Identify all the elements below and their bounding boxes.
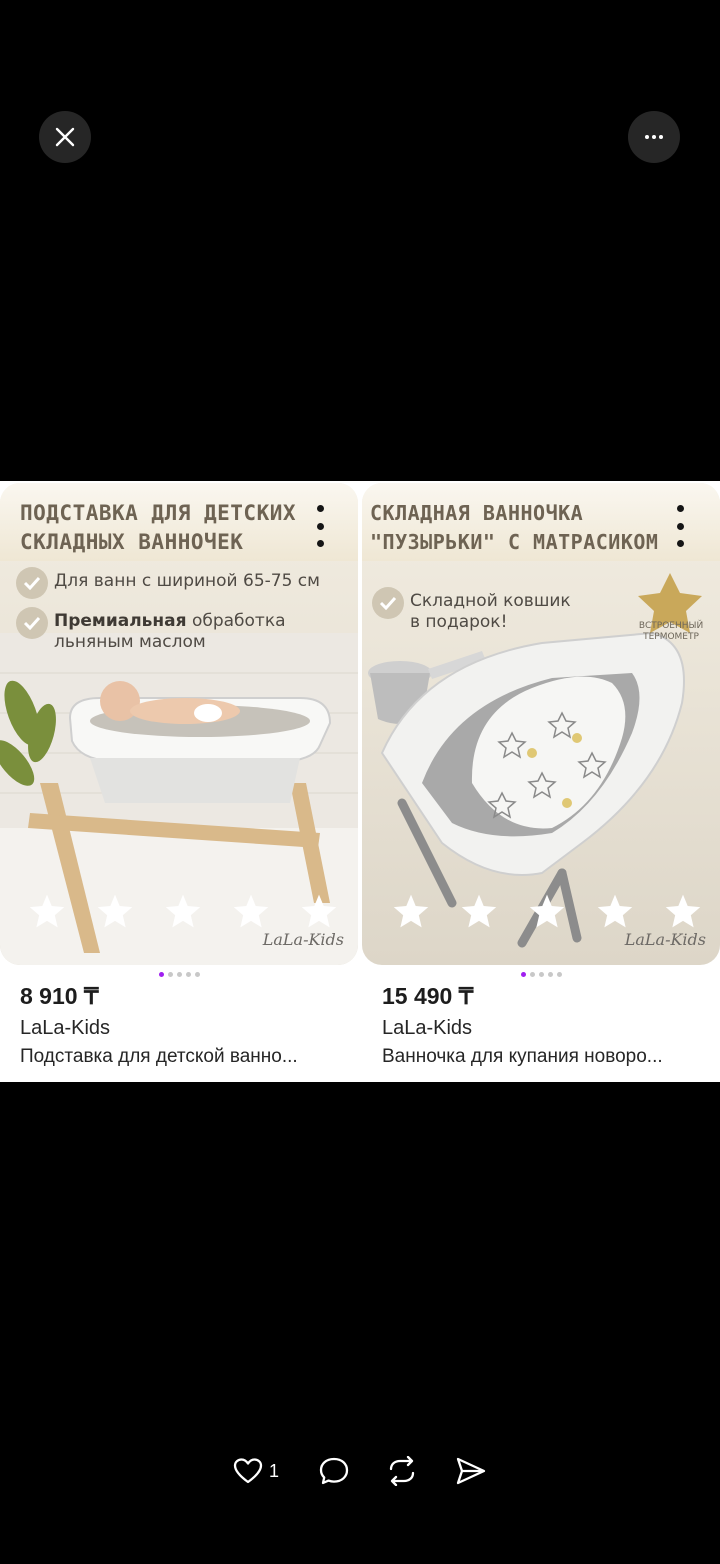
more-options-button[interactable] — [628, 111, 680, 163]
check-icon — [16, 567, 48, 599]
star-icon — [233, 894, 269, 928]
more-vertical-icon[interactable] — [670, 505, 690, 547]
star-icon — [97, 894, 133, 928]
check-icon — [372, 587, 404, 619]
product-brand: LaLa-Kids — [20, 1017, 111, 1039]
star-icon — [393, 894, 429, 928]
product-brand: LaLa-Kids — [382, 1017, 473, 1039]
share-button[interactable] — [455, 1450, 487, 1492]
carousel-dot — [529, 972, 535, 977]
carousel-indicator — [0, 972, 358, 977]
star-icon — [597, 894, 633, 928]
feature-bullet: Премиальная обработка льняным маслом — [16, 607, 286, 653]
star-icon — [165, 894, 201, 928]
carousel-dot — [158, 972, 164, 977]
product-card[interactable]: ПОДСТАВКА ДЛЯ ДЕТСКИХ СКЛАДНЫХ ВАННОЧЕК … — [0, 483, 358, 1082]
like-button[interactable]: 1 — [233, 1450, 279, 1492]
product-title[interactable]: Подставка для детской ванно... — [20, 1046, 340, 1068]
star-icon — [461, 894, 497, 928]
check-icon — [16, 607, 48, 639]
carousel-dot — [538, 972, 544, 977]
carousel-dot — [194, 972, 200, 977]
star-icon — [29, 894, 65, 928]
heart-icon — [233, 1458, 263, 1484]
post-actions: 1 — [0, 1450, 720, 1492]
image-headline: ПОДСТАВКА ДЛЯ ДЕТСКИХ СКЛАДНЫХ ВАННОЧЕК — [20, 501, 297, 554]
feature-bullet: Для ванн с шириной 65-75 см — [16, 567, 320, 599]
brand-logo: LaLa-Kids — [624, 930, 706, 949]
comment-icon — [319, 1457, 349, 1485]
carousel-dot — [185, 972, 191, 977]
more-vertical-icon[interactable] — [310, 505, 330, 547]
thermometer-label: ВСТРОЕННЫЙ ТЕРМОМЕТР — [638, 621, 704, 642]
image-headline: СКЛАДНАЯ ВАННОЧКА "ПУЗЫРЬКИ" С МАТРАСИКО… — [370, 501, 659, 554]
feature-bullet: Складной ковшик в подарок! — [372, 587, 571, 633]
close-icon — [55, 127, 75, 147]
carousel-dot — [176, 972, 182, 977]
product-photo[interactable]: ПОДСТАВКА ДЛЯ ДЕТСКИХ СКЛАДНЫХ ВАННОЧЕК … — [0, 483, 358, 965]
repost-button[interactable] — [386, 1450, 418, 1492]
product-card[interactable]: СКЛАДНАЯ ВАННОЧКА "ПУЗЫРЬКИ" С МАТРАСИКО… — [362, 483, 720, 1082]
carousel-dot — [547, 972, 553, 977]
star-icon — [665, 894, 701, 928]
more-horizontal-icon — [645, 135, 663, 139]
post-image[interactable]: ПОДСТАВКА ДЛЯ ДЕТСКИХ СКЛАДНЫХ ВАННОЧЕК … — [0, 481, 720, 1082]
comment-button[interactable] — [318, 1450, 350, 1492]
rating-stars — [392, 893, 702, 929]
send-icon — [456, 1457, 486, 1485]
carousel-dot — [520, 972, 526, 977]
product-price: 8 910 ₸ — [20, 983, 99, 1009]
repost-icon — [389, 1456, 415, 1486]
carousel-indicator — [362, 972, 720, 977]
product-photo[interactable]: СКЛАДНАЯ ВАННОЧКА "ПУЗЫРЬКИ" С МАТРАСИКО… — [362, 483, 720, 965]
rating-stars — [28, 893, 338, 929]
star-icon — [301, 894, 337, 928]
product-price: 15 490 ₸ — [382, 983, 474, 1009]
brand-logo: LaLa-Kids — [262, 930, 344, 949]
product-title[interactable]: Ванночка для купания новоро... — [382, 1046, 702, 1068]
carousel-dot — [167, 972, 173, 977]
close-button[interactable] — [39, 111, 91, 163]
carousel-dot — [556, 972, 562, 977]
like-count: 1 — [269, 1460, 280, 1481]
star-icon — [529, 894, 565, 928]
